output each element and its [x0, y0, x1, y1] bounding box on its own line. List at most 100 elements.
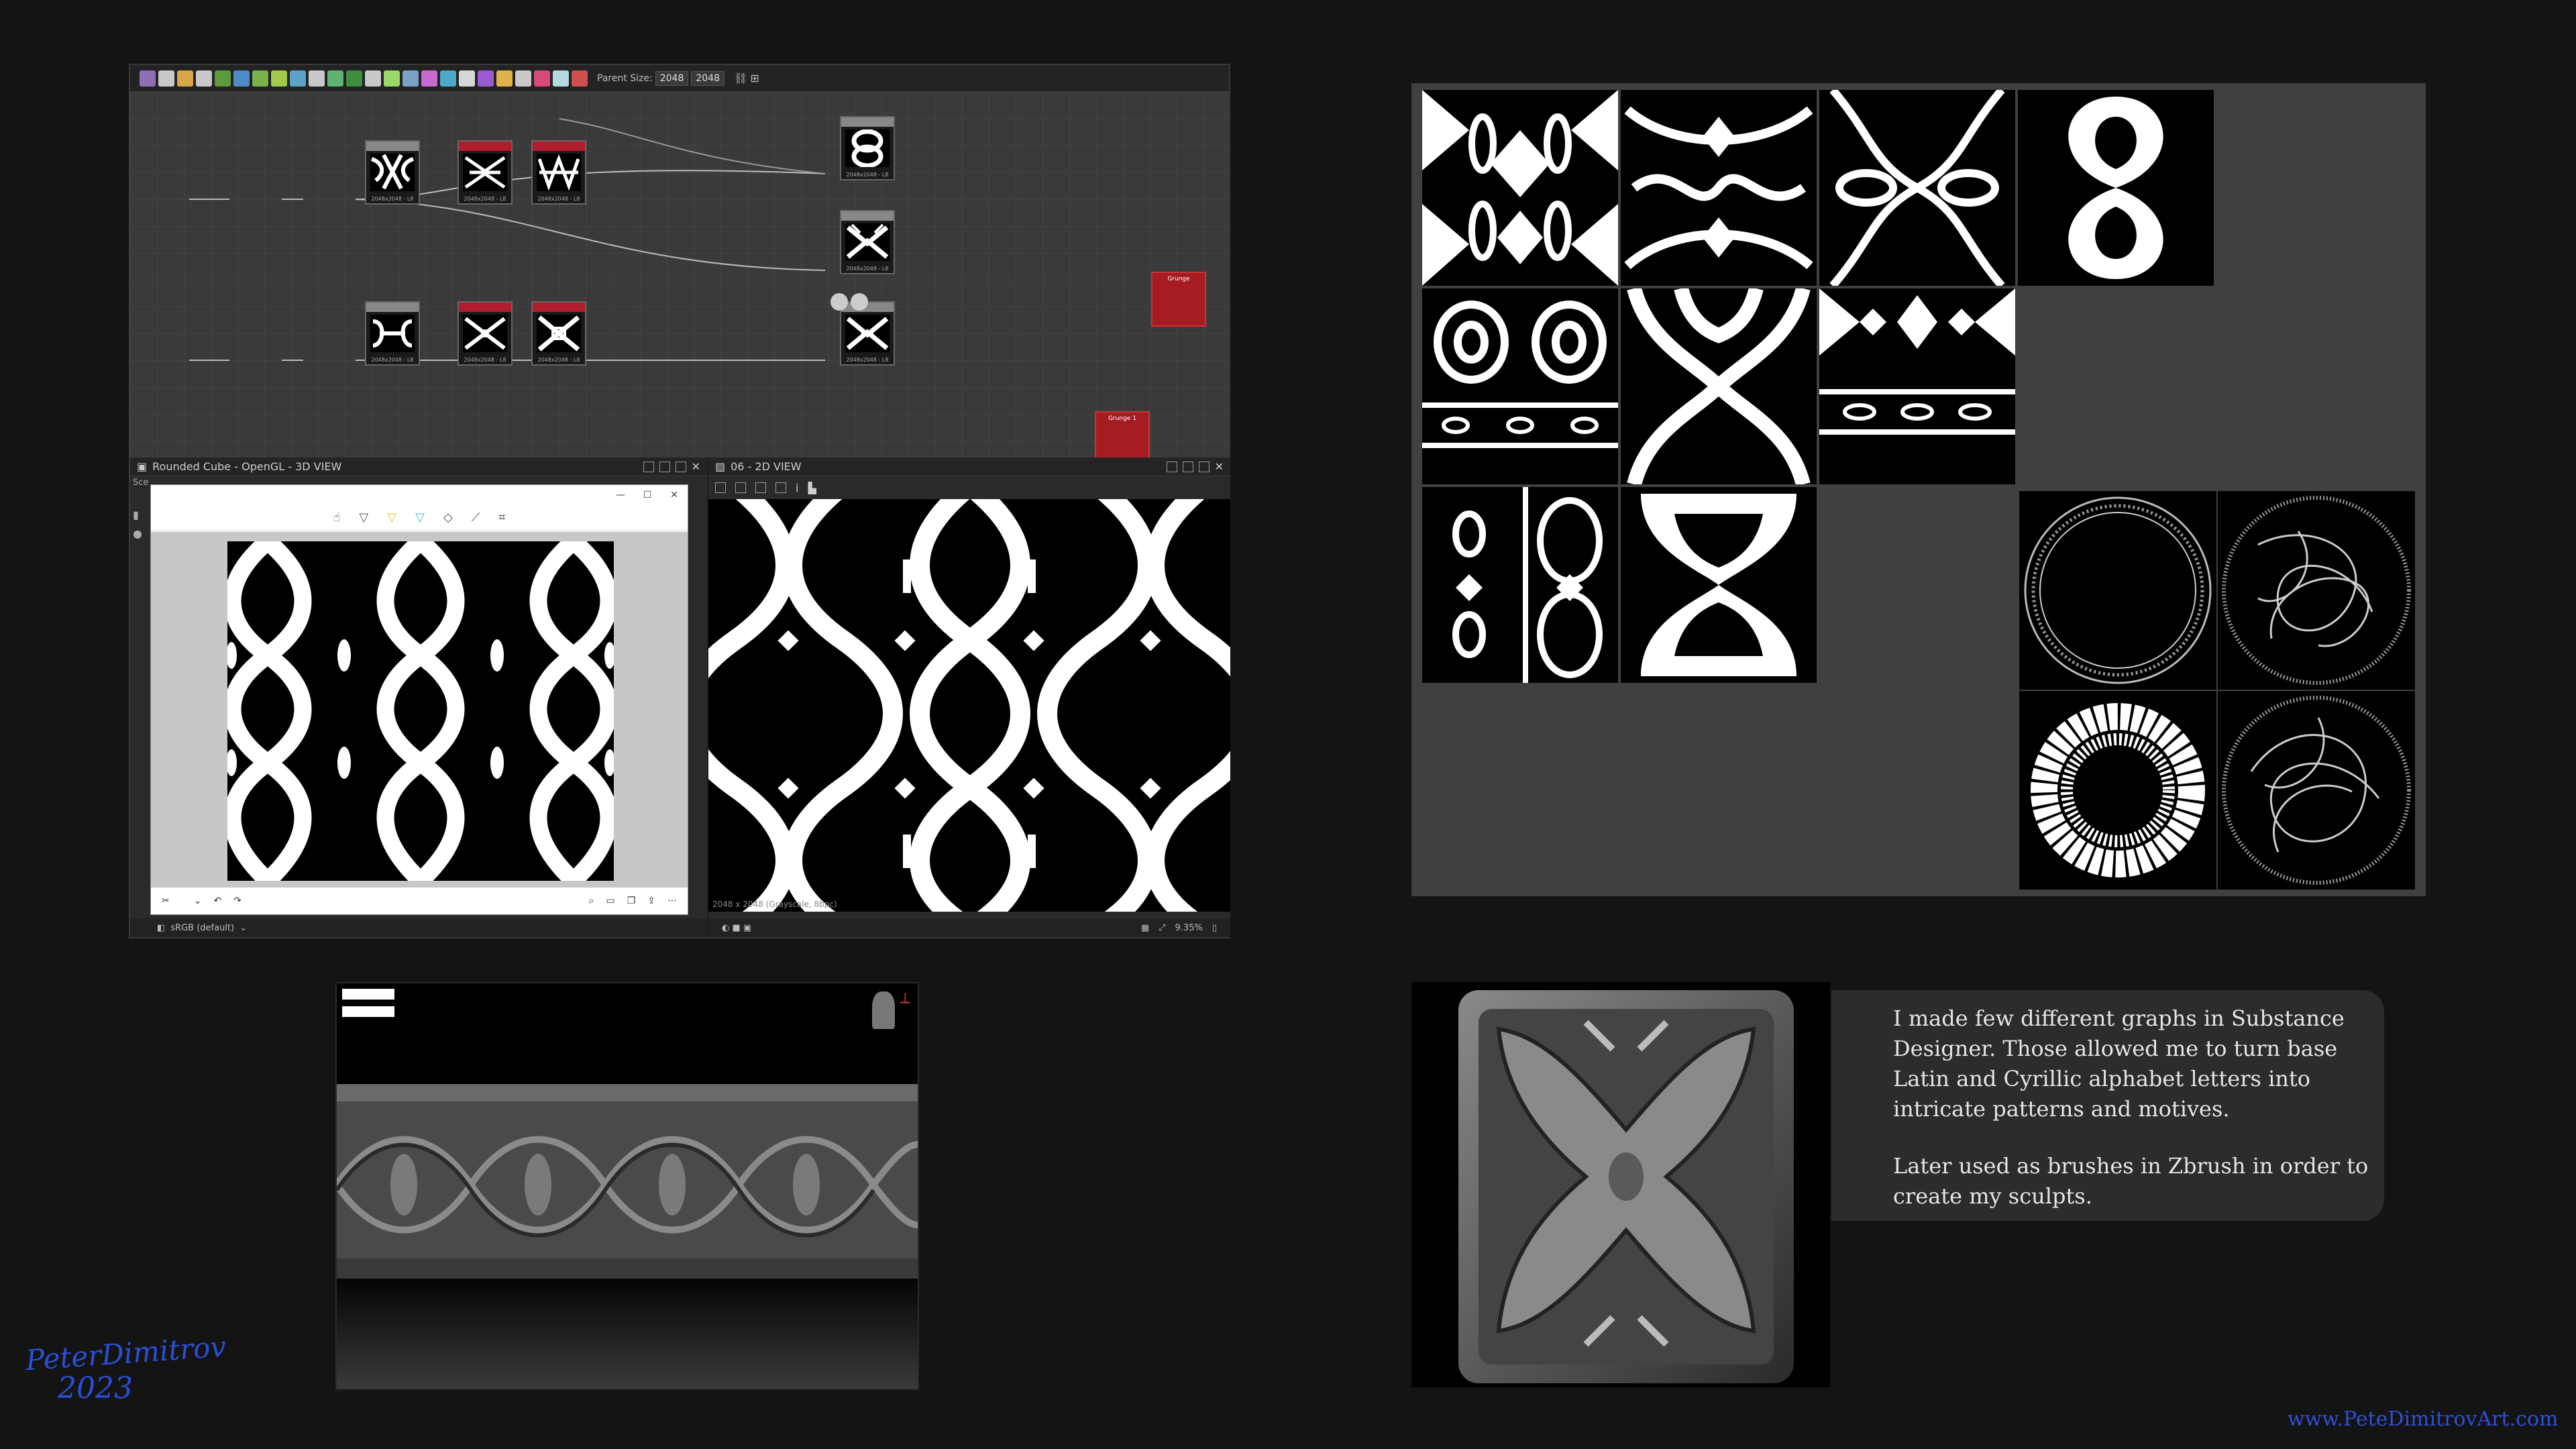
- histogram-icon[interactable]: ▙: [808, 482, 816, 494]
- float-icon[interactable]: [1182, 461, 1193, 472]
- node-link-icon[interactable]: [851, 293, 868, 311]
- ruler-icon[interactable]: ⟋: [472, 511, 480, 525]
- toolbar-tool-icon[interactable]: [496, 70, 513, 87]
- toolbar-tool-icon[interactable]: [402, 70, 419, 87]
- graph-node[interactable]: 2048x2048 - L8: [458, 140, 513, 205]
- toolbar-tool-icon[interactable]: [421, 70, 437, 87]
- snip-sketch-window: — ☐ ✕ ☝ ▽ ▽ ▽ ◇ ⟋ ⌗ ✂ ⌄ ↶ ↷ ⌕ ▭ ❐ ⇪ ⋯: [150, 484, 688, 915]
- lock-icon[interactable]: ⊞: [750, 72, 759, 85]
- graph-node[interactable]: 2048x2048 - L8: [840, 116, 895, 180]
- light-icon[interactable]: ●: [133, 527, 142, 540]
- pattern-tile: [1621, 288, 1817, 484]
- copy-icon[interactable]: ❐: [627, 896, 636, 906]
- toolbar-tool-icon[interactable]: [290, 70, 306, 87]
- toolbar-tool-icon[interactable]: [365, 70, 381, 87]
- tiling-icon[interactable]: [775, 482, 786, 493]
- zoom-value[interactable]: 9.35%: [1175, 923, 1203, 933]
- axis-icon[interactable]: ⟂: [900, 990, 910, 1007]
- size-select[interactable]: 2048: [691, 70, 725, 86]
- graph-node[interactable]: 2048x2048 - L8: [840, 210, 895, 274]
- pin-icon[interactable]: [1166, 461, 1177, 472]
- undo-icon[interactable]: ↶: [213, 896, 221, 906]
- toolbar-tool-icon[interactable]: [327, 70, 343, 87]
- maximize-icon[interactable]: [1198, 461, 1210, 472]
- grunge-node-2[interactable]: Grunge 1: [1095, 411, 1150, 458]
- toolbar-tool-icon[interactable]: [196, 70, 212, 87]
- toolbar-tool-icon[interactable]: [515, 70, 531, 87]
- channel-icons[interactable]: ◐ ■ ▣: [722, 923, 751, 933]
- maximize-icon[interactable]: [675, 461, 686, 472]
- info-icon[interactable]: i: [796, 482, 798, 494]
- more-icon[interactable]: ⋯: [667, 896, 677, 906]
- redo-icon[interactable]: ↷: [233, 896, 241, 906]
- lock-icon[interactable]: ▯: [1212, 923, 1217, 933]
- parent-size-select[interactable]: 2048: [655, 70, 689, 86]
- eraser-icon[interactable]: ◇: [443, 511, 453, 525]
- graph-node[interactable]: 2048x2048 - L8: [531, 301, 586, 366]
- grid-icon[interactable]: ▦: [1141, 923, 1149, 933]
- node-thumbnail: [537, 154, 581, 191]
- highlighter-icon[interactable]: ▽: [415, 511, 425, 525]
- graph-node[interactable]: 2048x2048 - L8: [365, 140, 420, 205]
- node-thumbnail: [845, 223, 890, 261]
- crop-icon[interactable]: ⌗: [498, 511, 505, 525]
- grunge-node[interactable]: Grunge: [1151, 272, 1206, 327]
- save-icon[interactable]: ▭: [606, 896, 614, 906]
- close-icon[interactable]: ✕: [1215, 460, 1224, 473]
- chevron-down-icon[interactable]: ⌄: [239, 923, 247, 933]
- graph-node[interactable]: 2048x2048 - L8: [365, 301, 420, 366]
- maximize-icon[interactable]: ☐: [634, 490, 661, 500]
- save-icon[interactable]: [735, 482, 746, 493]
- toolbar-tool-icon[interactable]: [177, 70, 193, 87]
- toolbar-tool-icon[interactable]: [459, 70, 475, 87]
- camera-icon[interactable]: ▮: [133, 508, 139, 521]
- toolbar-tool-icon[interactable]: [534, 70, 550, 87]
- toolbar-tool-icon[interactable]: [572, 70, 588, 87]
- head-icon[interactable]: [872, 991, 895, 1029]
- signature-name: PeterDimitrov: [24, 1330, 227, 1377]
- menu-bar-icon-2[interactable]: [342, 1006, 394, 1017]
- zoom-icon[interactable]: ⌕: [589, 896, 594, 906]
- toolbar-tool-icon[interactable]: [271, 70, 287, 87]
- toolbar-tool-icon[interactable]: [309, 70, 325, 87]
- ballpoint-pen-icon[interactable]: ▽: [359, 511, 368, 525]
- minimize-icon[interactable]: —: [607, 490, 634, 500]
- float-icon[interactable]: [659, 461, 670, 472]
- touch-writing-icon[interactable]: ☝: [333, 511, 340, 525]
- copy-icon[interactable]: [715, 482, 726, 493]
- layers-icon[interactable]: [755, 482, 766, 493]
- link-icon[interactable]: ⛓: [734, 72, 747, 85]
- view-icon: ▨: [715, 460, 726, 473]
- graph-node[interactable]: 2048x2048 - L8: [531, 140, 586, 205]
- snip-canvas[interactable]: [151, 532, 688, 888]
- menu-bar-icon[interactable]: [342, 989, 394, 1000]
- node-graph[interactable]: 2048x2048 - L8 2048x2048 - L8 2048x2048 …: [130, 92, 1229, 458]
- scene-tab[interactable]: Sce: [133, 478, 148, 488]
- colorspace-select[interactable]: sRGB (default): [170, 923, 234, 933]
- toolbar-tool-icon[interactable]: [233, 70, 250, 87]
- node-link-icon[interactable]: [830, 293, 848, 311]
- toolbar-tool-icon[interactable]: [553, 70, 569, 87]
- close-icon[interactable]: ✕: [661, 490, 688, 500]
- share-icon[interactable]: ⇪: [647, 896, 655, 906]
- graph-node[interactable]: 2048x2048 - L8: [840, 301, 895, 366]
- graph-node[interactable]: 2048x2048 - L8: [458, 301, 513, 366]
- close-icon[interactable]: ✕: [692, 460, 700, 473]
- toolbar-tool-icon[interactable]: [158, 70, 174, 87]
- pin-icon[interactable]: [643, 461, 654, 472]
- toolbar-tool-icon[interactable]: [215, 70, 231, 87]
- toolbar-tool-icon[interactable]: [478, 70, 494, 87]
- toolbar-tool-icon[interactable]: [346, 70, 362, 87]
- pencil-icon[interactable]: ▽: [387, 511, 396, 525]
- new-snip-icon[interactable]: ✂: [162, 896, 170, 906]
- toolbar-tool-icon[interactable]: [140, 70, 156, 87]
- toolbar-tool-icon[interactable]: [440, 70, 456, 87]
- pattern-tile: [1819, 288, 2015, 484]
- parent-size-label: Parent Size:: [597, 72, 653, 84]
- toolbar-tool-icon[interactable]: [252, 70, 268, 87]
- website-link[interactable]: www.PeteDimitrovArt.com: [2288, 1407, 2558, 1431]
- 2d-viewport[interactable]: 2048 x 2048 (Grayscale, 8bpc): [708, 499, 1230, 912]
- fit-icon[interactable]: ⤢: [1159, 923, 1165, 933]
- chevron-down-icon[interactable]: ⌄: [194, 896, 202, 906]
- toolbar-tool-icon[interactable]: [384, 70, 400, 87]
